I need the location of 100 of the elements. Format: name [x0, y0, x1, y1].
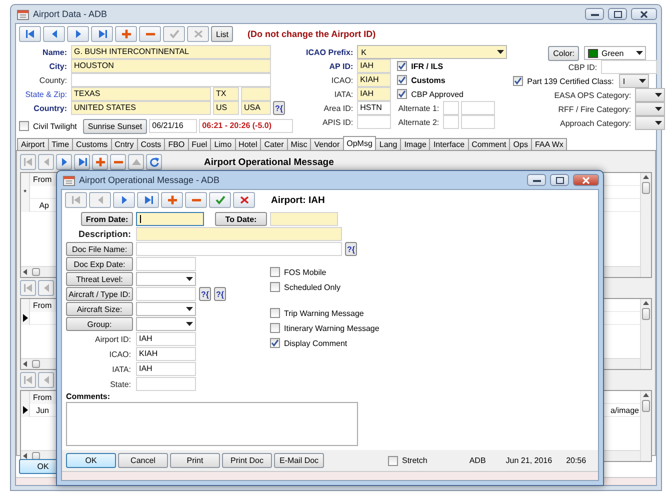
text-field[interactable]: [461, 115, 496, 129]
dialog-button[interactable]: E-Mail Doc: [274, 453, 324, 468]
sunrise-sunset-button[interactable]: Sunrise Sunset: [82, 118, 148, 134]
text-field[interactable]: US: [213, 101, 239, 115]
checkbox[interactable]: [270, 308, 280, 318]
tab[interactable]: Vendor: [310, 138, 344, 150]
description-field[interactable]: [136, 227, 342, 241]
color-button[interactable]: Color:: [548, 46, 580, 60]
tab[interactable]: FBO: [164, 138, 189, 150]
left-arrow-icon[interactable]: [23, 269, 27, 275]
list-button[interactable]: List: [211, 26, 234, 42]
text-field[interactable]: G. BUSH INTERCONTINENTAL: [71, 45, 271, 59]
tab[interactable]: Cater: [260, 138, 288, 150]
tab[interactable]: Time: [48, 138, 74, 150]
close-button[interactable]: [631, 8, 657, 20]
checkbox[interactable]: [270, 282, 280, 292]
vertical-scrollbar[interactable]: [640, 173, 651, 277]
scroll-thumb[interactable]: [642, 182, 650, 194]
tab[interactable]: FAA Wx: [530, 138, 568, 150]
checkbox[interactable]: [19, 121, 29, 131]
doc-file-name-button[interactable]: Doc File Name:: [66, 242, 133, 256]
field-button[interactable]: Group:: [66, 317, 133, 331]
toolbar-button[interactable]: [110, 154, 126, 170]
tab[interactable]: Interface: [429, 138, 469, 150]
left-arrow-icon[interactable]: [23, 361, 27, 367]
text-field[interactable]: [357, 115, 392, 129]
text-field[interactable]: TEXAS: [71, 87, 211, 101]
date-field[interactable]: 06/21/16: [149, 119, 198, 133]
toolbar-button[interactable]: [115, 26, 137, 42]
tab[interactable]: Cntry: [110, 138, 138, 150]
field-button[interactable]: Aircraft Size:: [66, 302, 133, 316]
checkbox[interactable]: [513, 76, 524, 86]
text-field[interactable]: KIAH: [357, 73, 392, 87]
toolbar-button[interactable]: [137, 192, 159, 208]
checkbox[interactable]: [397, 61, 408, 71]
text-field[interactable]: IAH: [136, 362, 196, 376]
tab[interactable]: Costs: [136, 138, 166, 150]
left-arrow-icon[interactable]: [23, 453, 27, 459]
text-field[interactable]: UNITED STATES: [71, 101, 211, 115]
dropdown[interactable]: [136, 302, 196, 316]
vertical-scrollbar[interactable]: [640, 299, 651, 369]
toolbar-button[interactable]: [67, 26, 89, 42]
text-field[interactable]: USA: [241, 101, 271, 115]
text-field[interactable]: [443, 115, 460, 129]
toolbar-button[interactable]: [113, 192, 135, 208]
tab[interactable]: OpMsg: [342, 136, 376, 150]
toolbar-button[interactable]: [19, 26, 41, 42]
up-arrow-icon[interactable]: [643, 301, 649, 305]
dropdown[interactable]: [136, 272, 196, 286]
tab[interactable]: Misc: [286, 138, 312, 150]
date-button[interactable]: To Date:: [215, 212, 267, 226]
text-field[interactable]: [601, 60, 658, 74]
dialog-button[interactable]: Cancel: [118, 453, 168, 468]
tab[interactable]: Limo: [210, 138, 236, 150]
checkbox[interactable]: [397, 89, 408, 99]
minimize-button[interactable]: [527, 174, 546, 186]
toolbar-button[interactable]: [43, 26, 65, 42]
lookup-button[interactable]: ?{: [345, 242, 357, 256]
text-field[interactable]: [136, 377, 196, 391]
text-field[interactable]: [136, 287, 196, 301]
tab[interactable]: Ops: [509, 138, 532, 150]
toolbar-button[interactable]: [146, 154, 162, 170]
vertical-scrollbar[interactable]: [640, 391, 651, 461]
maximize-button[interactable]: [608, 8, 627, 20]
text-field[interactable]: IAH: [357, 59, 392, 73]
category-dropdown[interactable]: [635, 102, 666, 116]
toolbar-button[interactable]: [91, 26, 113, 42]
category-dropdown[interactable]: [635, 116, 666, 130]
lookup-button[interactable]: ?{: [273, 101, 285, 115]
text-field[interactable]: IAH: [136, 332, 196, 346]
maximize-button[interactable]: [550, 174, 569, 186]
dialog-button[interactable]: Print Doc: [222, 453, 272, 468]
comments-field[interactable]: [66, 402, 358, 446]
scroll-thumb[interactable]: [32, 268, 40, 276]
lookup-button[interactable]: ?{: [214, 287, 226, 301]
text-field[interactable]: HOUSTON: [71, 59, 271, 73]
checkbox[interactable]: [397, 75, 408, 85]
minimize-button[interactable]: [585, 8, 604, 20]
checkbox[interactable]: [270, 267, 280, 277]
text-field[interactable]: IAH: [357, 87, 392, 101]
toolbar-button[interactable]: [74, 154, 90, 170]
toolbar-button[interactable]: [139, 26, 161, 42]
lookup-button[interactable]: ?{: [199, 287, 211, 301]
field-button[interactable]: Threat Level:: [66, 272, 133, 286]
checkbox[interactable]: [388, 456, 398, 466]
daylight-field[interactable]: 06:21 - 20:26 (-5.0): [199, 119, 294, 133]
category-dropdown[interactable]: [635, 88, 666, 102]
text-field[interactable]: [71, 73, 271, 87]
tab[interactable]: Fuel: [188, 138, 212, 150]
text-field[interactable]: [136, 257, 196, 271]
date-field[interactable]: [136, 212, 204, 226]
checkbox[interactable]: [270, 338, 280, 348]
text-field[interactable]: [461, 101, 496, 115]
field-button[interactable]: Aircraft / Type ID:: [66, 287, 133, 301]
text-field[interactable]: TX: [213, 87, 239, 101]
text-field[interactable]: [136, 242, 342, 256]
text-field[interactable]: HSTN: [357, 101, 392, 115]
close-button[interactable]: [573, 174, 599, 186]
scroll-thumb[interactable]: [32, 360, 40, 368]
dialog-button[interactable]: OK: [66, 453, 116, 468]
